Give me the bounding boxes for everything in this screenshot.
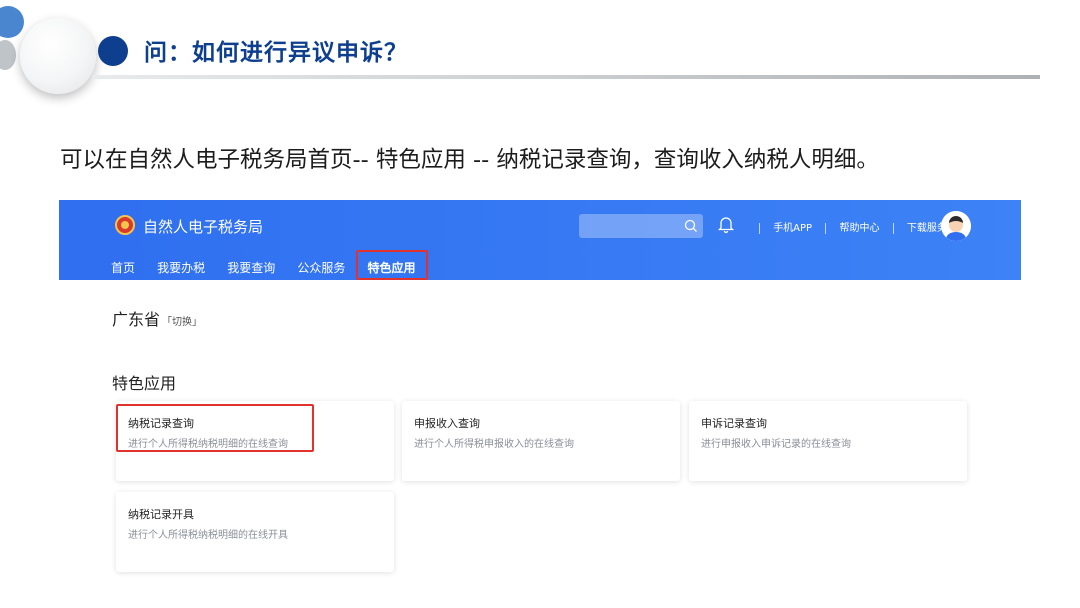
decorative-circle-large [20, 18, 96, 94]
section-title: 特色应用 [112, 374, 177, 393]
portal-brand[interactable]: 自然人电子税务局 [143, 216, 263, 237]
slide: 问：如何进行异议申诉？ 可以在自然人电子税务局首页-- 特色应用 -- 纳税记录… [0, 0, 1080, 608]
card-desc: 进行个人所得税纳税明细的在线开具 [128, 530, 288, 541]
link-help-center[interactable]: 帮助中心 [839, 223, 879, 234]
card-appeal-record-query[interactable]: 申诉记录查询 进行申报收入申诉记录的在线查询 [689, 401, 967, 481]
link-mobile-app[interactable]: 手机APP [773, 223, 812, 234]
nav-public-service[interactable]: 公众服务 [297, 259, 345, 276]
portal-screenshot: 自然人电子税务局 手机APP 帮助中心 下载服务 首页 我要办税 我要查询 公众… [59, 200, 1021, 580]
search-input[interactable] [579, 214, 703, 238]
search-icon[interactable] [683, 218, 699, 234]
card-highlight-box [116, 404, 314, 452]
decorative-circle-blue [0, 6, 24, 38]
nav-query[interactable]: 我要查询 [227, 259, 275, 276]
card-title: 申报收入查询 [414, 417, 480, 430]
intro-text: 可以在自然人电子税务局首页-- 特色应用 -- 纳税记录查询，查询收入纳税人明细… [60, 147, 879, 173]
card-desc: 进行个人所得税申报收入的在线查询 [414, 439, 574, 450]
card-income-query[interactable]: 申报收入查询 进行个人所得税申报收入的在线查询 [402, 401, 680, 481]
heading-underline [92, 75, 1040, 79]
divider [892, 222, 894, 234]
province-name: 广东省 [112, 310, 161, 329]
slide-heading: 问：如何进行异议申诉？ [144, 40, 408, 66]
nav-home[interactable]: 首页 [111, 259, 135, 276]
emblem-icon [115, 215, 135, 235]
card-tax-record-issue[interactable]: 纳税记录开具 进行个人所得税纳税明细的在线开具 [116, 492, 394, 572]
province-switch-link[interactable]: 「切换」 [162, 317, 202, 328]
card-desc: 进行申报收入申诉记录的在线查询 [701, 439, 851, 450]
nav-do-tax[interactable]: 我要办税 [157, 259, 205, 276]
card-title: 纳税记录开具 [128, 508, 194, 521]
portal-header: 自然人电子税务局 手机APP 帮助中心 下载服务 首页 我要办税 我要查询 公众… [59, 200, 1021, 280]
avatar[interactable] [941, 211, 971, 241]
bell-icon[interactable] [717, 214, 735, 234]
top-links: 手机APP 帮助中心 下载服务 [749, 219, 947, 234]
decorative-circle-gray [0, 40, 16, 70]
nav-highlight-box [356, 250, 428, 280]
divider [759, 222, 760, 234]
province-selector: 广东省 「切换」 [112, 306, 202, 330]
card-title: 申诉记录查询 [701, 417, 767, 430]
heading-bullet [98, 36, 128, 66]
divider [825, 222, 827, 234]
